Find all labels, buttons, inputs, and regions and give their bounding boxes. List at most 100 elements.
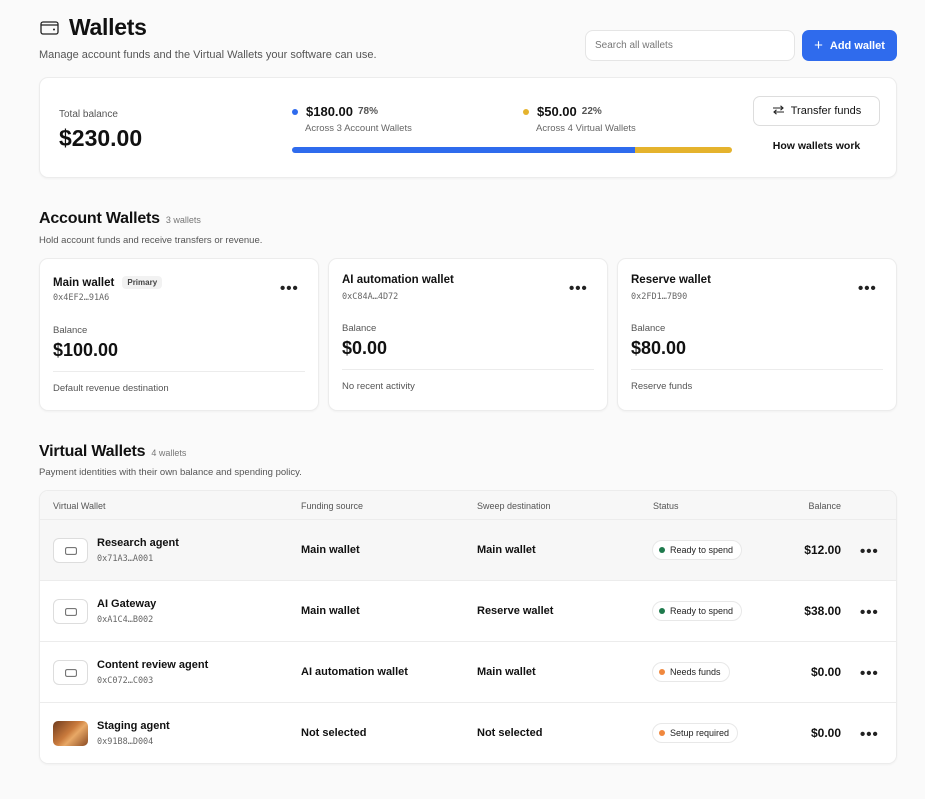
how-wallets-work-link[interactable]: How wallets work <box>753 140 880 152</box>
virtual-wallet-address: 0xA1C4…B002 <box>97 615 154 625</box>
card-icon <box>53 660 88 685</box>
total-balance-value: $230.00 <box>59 125 143 151</box>
primary-badge: Primary <box>122 276 163 289</box>
account-desc: Across 3 Account Wallets <box>305 123 412 134</box>
divider <box>631 369 883 370</box>
balance-value: $0.00 <box>342 338 388 358</box>
status-label: Needs funds <box>670 667 721 677</box>
virtual-wallet-name: Research agent <box>97 537 179 549</box>
card-icon <box>53 599 88 624</box>
table-row[interactable]: Content review agent 0xC072…C003 AI auto… <box>40 642 896 703</box>
status-badge: Setup required <box>652 723 739 743</box>
plus-icon: + <box>814 37 823 54</box>
divider <box>342 369 594 370</box>
section-subtitle: Hold account funds and receive transfers… <box>39 235 263 246</box>
balance-label: Balance <box>53 325 88 336</box>
card-image <box>53 721 88 746</box>
status-badge: Ready to spend <box>652 540 743 560</box>
virtual-wallets-heading: Virtual Wallets 4 wallets <box>39 443 186 461</box>
account-share-fill <box>292 147 636 153</box>
account-amount: $180.00 <box>306 104 353 119</box>
search-input[interactable] <box>585 30 795 61</box>
sweep-destination: Main wallet <box>477 544 536 556</box>
row-balance: $38.00 <box>804 604 841 618</box>
column-header: Virtual Wallet <box>53 501 106 511</box>
account-wallet-card[interactable]: Reserve wallet 0x2FD1…7B90 ••• Balance $… <box>617 258 897 411</box>
virtual-wallets-table: Virtual Wallet Funding source Sweep dest… <box>39 490 897 764</box>
more-horizontal-icon[interactable]: ••• <box>860 666 879 681</box>
balance-value: $100.00 <box>53 340 119 360</box>
section-title: Account Wallets <box>39 210 160 227</box>
virtual-wallets-summary: $50.00 22% Across 4 Virtual Wallets <box>523 104 636 134</box>
table-row[interactable]: Research agent 0x71A3…A001 Main wallet M… <box>40 520 896 581</box>
account-wallet-card[interactable]: Main wallet Primary 0x4EF2…91A6 ••• Bala… <box>39 258 319 411</box>
wallet-name: Reserve wallet <box>631 274 711 286</box>
virtual-wallet-address: 0x71A3…A001 <box>97 554 154 564</box>
virtual-wallet-address: 0x91B8…D004 <box>97 737 154 747</box>
sweep-destination: Not selected <box>477 727 543 739</box>
column-header: Funding source <box>301 501 364 511</box>
column-header: Balance <box>808 501 841 511</box>
more-horizontal-icon[interactable]: ••• <box>860 727 879 742</box>
balance-value: $80.00 <box>631 338 687 358</box>
card-icon <box>53 538 88 563</box>
account-wallets-summary: $180.00 78% Across 3 Account Wallets <box>292 104 412 134</box>
status-label: Setup required <box>670 728 730 738</box>
wallet-name: Main wallet <box>53 276 115 289</box>
account-wallet-card[interactable]: AI automation wallet 0xC84A…4D72 ••• Bal… <box>328 258 608 411</box>
funding-source: Not selected <box>301 727 367 739</box>
more-horizontal-icon[interactable]: ••• <box>280 281 299 296</box>
section-title: Virtual Wallets <box>39 443 146 460</box>
wallet-address: 0xC84A…4D72 <box>342 292 399 302</box>
funding-source: Main wallet <box>301 605 360 617</box>
divider <box>53 371 305 372</box>
balance-summary-card: Total balance $230.00 $180.00 78% Across… <box>39 77 897 178</box>
add-wallet-button[interactable]: + Add wallet <box>802 30 897 61</box>
total-balance-label: Total balance <box>59 109 118 120</box>
more-horizontal-icon[interactable]: ••• <box>858 281 877 296</box>
section-count: 3 wallets <box>165 215 201 225</box>
sweep-destination: Main wallet <box>477 666 536 678</box>
page-title: Wallets <box>69 14 147 40</box>
virtual-wallet-name: AI Gateway <box>97 598 157 610</box>
arrows-swap-icon <box>772 104 785 118</box>
virtual-wallet-name: Content review agent <box>97 659 209 671</box>
status-dot-icon <box>659 730 665 736</box>
wallet-note: Reserve funds <box>631 381 693 392</box>
wallet-note: No recent activity <box>342 381 415 392</box>
virtual-share-fill <box>635 147 732 153</box>
status-label: Ready to spend <box>670 545 734 555</box>
virtual-desc: Across 4 Virtual Wallets <box>536 123 636 134</box>
more-horizontal-icon[interactable]: ••• <box>860 544 879 559</box>
column-header: Status <box>653 501 679 511</box>
virtual-wallet-name: Staging agent <box>97 720 170 732</box>
more-horizontal-icon[interactable]: ••• <box>569 281 588 296</box>
virtual-wallet-address: 0xC072…C003 <box>97 676 154 686</box>
sweep-destination: Reserve wallet <box>477 605 554 617</box>
table-row[interactable]: Staging agent 0x91B8…D004 Not selected N… <box>40 703 896 763</box>
wallet-name: AI automation wallet <box>342 274 454 286</box>
section-count: 4 wallets <box>151 448 187 458</box>
table-header: Virtual Wallet Funding source Sweep dest… <box>40 491 896 520</box>
balance-label: Balance <box>631 323 666 334</box>
wallet-address: 0x2FD1…7B90 <box>631 292 688 302</box>
status-dot-icon <box>659 608 665 614</box>
transfer-funds-button[interactable]: Transfer funds <box>753 96 880 126</box>
funding-source: Main wallet <box>301 544 360 556</box>
status-label: Ready to spend <box>670 606 734 616</box>
status-badge: Ready to spend <box>652 601 743 621</box>
column-header: Sweep destination <box>477 501 551 511</box>
row-balance: $0.00 <box>810 665 841 679</box>
funding-source: AI automation wallet <box>301 666 408 678</box>
account-dot-icon <box>292 108 298 115</box>
wallet-address: 0x4EF2…91A6 <box>53 293 110 303</box>
virtual-percent: 22% <box>581 106 602 117</box>
add-wallet-label: Add wallet <box>829 39 885 52</box>
status-badge: Needs funds <box>652 662 730 682</box>
virtual-amount: $50.00 <box>537 104 577 119</box>
wallet-note: Default revenue destination <box>53 383 169 394</box>
more-horizontal-icon[interactable]: ••• <box>860 605 879 620</box>
table-row[interactable]: AI Gateway 0xA1C4…B002 Main wallet Reser… <box>40 581 896 642</box>
virtual-dot-icon <box>523 108 529 115</box>
status-dot-icon <box>659 547 665 553</box>
